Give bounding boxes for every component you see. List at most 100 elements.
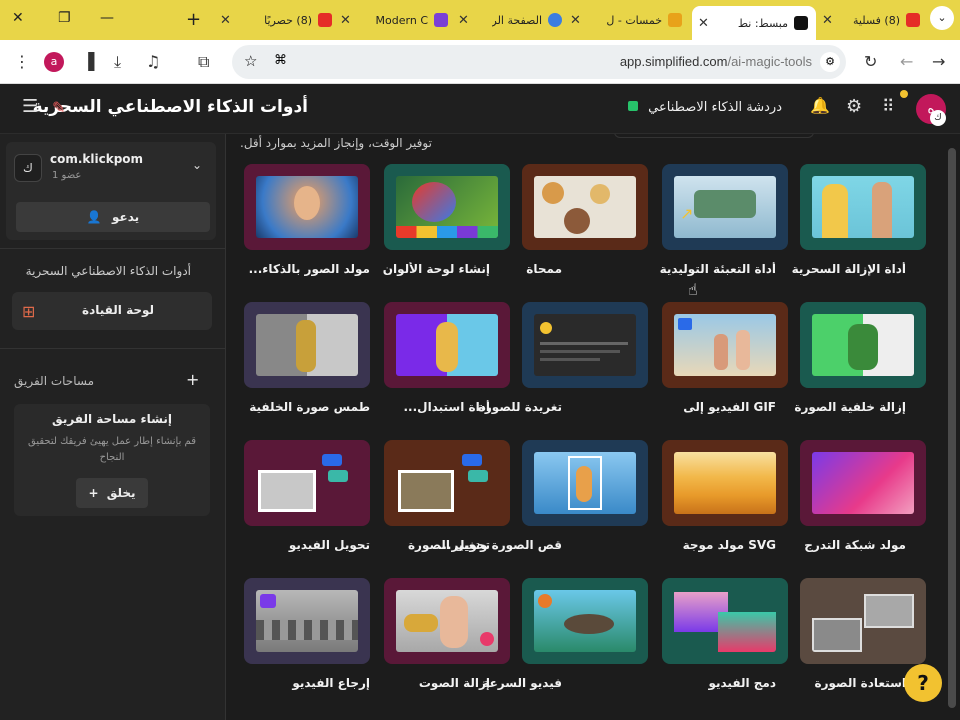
remove-bg-thumbnail [812,314,914,376]
forward-icon[interactable]: ← [900,52,913,71]
section-title: أدوات الذكاء الاصطناعي السحرية [25,264,191,278]
team-spaces-label: مساحات الفريق [14,374,95,388]
workspace-card: ك com.klickpom عضو 1 ⌄ يدعو 👤 [6,142,216,240]
close-icon[interactable]: ✕ [822,13,833,28]
tweet-thumbnail [534,314,636,376]
close-icon[interactable]: ✕ [220,13,231,28]
tool-card-ai-image-generator[interactable] [244,164,370,250]
browser-tab-bar: ⌄ (8) فسلية ✕ مبسط: نط ✕ خمسات - ل ✕ الص… [0,0,960,40]
translate-icon[interactable]: ⌘ [274,53,287,68]
tool-card-video-to-gif[interactable] [662,302,788,388]
tool-card-svg-wave[interactable] [662,440,788,526]
search-box-edge [614,134,814,138]
image-convert-thumbnail [396,452,498,514]
extensions-icon[interactable]: ⧉ [198,52,209,72]
minimize-icon[interactable]: — [100,10,114,26]
menu-dots-icon[interactable]: ⋮ [14,52,30,71]
close-icon[interactable]: ✕ [340,13,351,28]
tab-3[interactable]: خمسات - ل ✕ [570,6,682,34]
close-icon[interactable]: ✕ [570,13,581,28]
tool-card-remove-bg[interactable] [800,302,926,388]
invite-button[interactable]: يدعو 👤 [16,202,210,232]
tool-card-generative-fill[interactable]: ↗ [662,164,788,250]
video-to-gif-thumbnail [674,314,776,376]
image-restore-thumbnail [812,590,914,652]
tool-card-reverse-video[interactable] [244,578,370,664]
tool-card-magic-remove[interactable] [800,164,926,250]
tool-card-gradient-mesh[interactable] [800,440,926,526]
address-bar-row: → ← ↻ app.simplified.com/ai-magic-tools … [0,40,960,84]
chevron-down-icon[interactable]: ⌄ [192,158,202,172]
mouse-cursor-icon: ☝ [688,280,698,299]
merge-video-thumbnail [674,590,776,652]
tool-card-speed-video[interactable] [522,578,648,664]
create-button-label: يخلق [106,486,136,500]
divider [0,348,226,349]
url-text: app.simplified.com/ai-magic-tools [619,54,812,69]
tool-card-color-palette[interactable] [384,164,510,250]
add-team-space-icon[interactable]: + [186,370,199,389]
tool-card-eraser[interactable] [522,164,648,250]
new-tab-icon[interactable]: + [186,9,201,30]
tool-card-blur-bg[interactable] [244,302,370,388]
tool-card-remove-audio[interactable] [384,578,510,664]
scrollbar-thumb[interactable] [948,148,956,708]
tab-2-active[interactable]: مبسط: نط ✕ [692,6,816,40]
close-icon[interactable]: ✕ [698,16,709,31]
dashboard-item[interactable]: ⊞ لوحة القيادة [12,292,212,330]
divider [0,248,226,249]
tab-4[interactable]: الصفحة الر ✕ [458,6,562,34]
tool-label: تحويل الفيديو [288,538,370,552]
reload-icon[interactable]: ↻ [864,52,877,71]
color-palette-thumbnail [396,176,498,238]
speed-video-thumbnail [534,590,636,652]
tool-card-crop-resize[interactable] [522,440,648,526]
back-icon[interactable]: → [932,52,945,71]
sidepanel-icon[interactable]: ▐ [82,52,94,71]
tab-label: (8) فسلية [852,13,900,27]
scrollbar[interactable] [944,134,960,720]
settings-gear-icon[interactable]: ⚙ [846,96,862,117]
reverse-video-thumbnail [256,590,358,652]
hamburger-menu-icon[interactable]: ☰ [22,96,38,117]
download-icon[interactable]: ⤓ [114,52,121,72]
tool-card-image-convert[interactable] [384,440,510,526]
tool-label: طمس صورة الخلفية [249,400,370,414]
tool-card-merge-video[interactable] [662,578,788,664]
notifications-bell-icon[interactable]: 🔔 [810,96,830,115]
tool-card-replace[interactable] [384,302,510,388]
tool-label: إنشاء لوحة الألوان [382,262,490,276]
tab-search-icon[interactable]: ⌄ [930,6,954,30]
apps-grid-icon[interactable]: ⠿ [882,97,894,117]
help-button[interactable]: ? [904,664,942,702]
tab-1[interactable]: (8) فسلية ✕ [822,6,920,34]
create-team-desc: قم بإنشاء إطار عمل يهيئ فريقك لتحقيق الن… [28,436,196,463]
create-button[interactable]: يخلق + [76,478,148,508]
avatar-badge: ك [930,110,946,126]
restore-icon[interactable]: ❐ [58,10,71,26]
invite-label: يدعو [111,210,140,224]
omnibox[interactable]: app.simplified.com/ai-magic-tools ⚙ ☆ ⌘ [232,45,846,79]
tab-6[interactable]: (8) حصريًا ✕ [220,6,332,34]
tool-label: إزالة الصوت [418,676,490,690]
tool-card-image-restore[interactable] [800,578,926,664]
close-window-icon[interactable]: ✕ [12,10,24,26]
dashboard-grid-icon: ⊞ [22,302,36,321]
simplified-icon [794,16,808,30]
bookmark-star-icon[interactable]: ☆ [244,52,257,70]
site-settings-icon[interactable]: ⚙ [820,52,840,72]
create-team-title: إنشاء مساحة الفريق [52,412,172,426]
tool-label: أداة استبدال... [403,400,491,414]
page-subtitle: توفير الوقت، وإنجاز المزيد بموارد أقل. [240,136,432,150]
tool-card-tweet-to-image[interactable] [522,302,648,388]
magic-remove-thumbnail [812,176,914,238]
tool-label: مولد شبكة التدرج [804,538,906,552]
plus-icon: + [88,486,99,500]
profile-avatar[interactable]: a [44,52,64,72]
media-icon[interactable]: ♫ [146,52,160,71]
tool-card-video-convert[interactable] [244,440,370,526]
crop-resize-thumbnail [534,452,636,514]
tab-5[interactable]: Modern C ✕ [340,6,448,34]
close-icon[interactable]: ✕ [458,13,469,28]
ai-chat-button[interactable]: دردشة الذكاء الاصطناعي [628,100,782,115]
